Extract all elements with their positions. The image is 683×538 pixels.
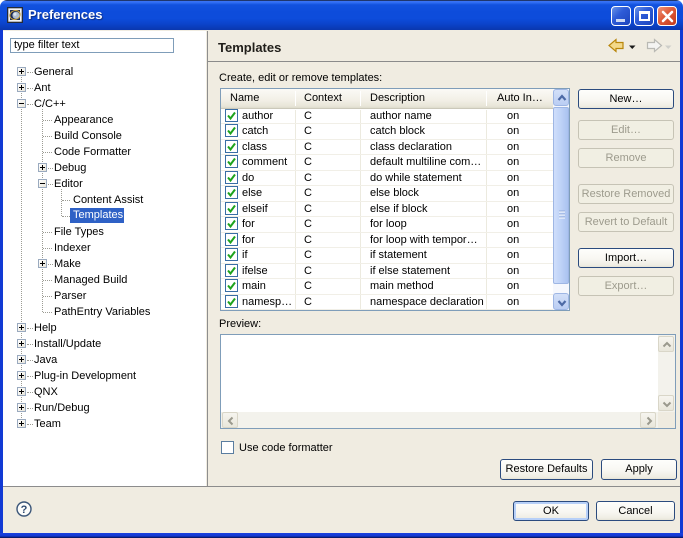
svg-text:?: ? (21, 504, 28, 516)
